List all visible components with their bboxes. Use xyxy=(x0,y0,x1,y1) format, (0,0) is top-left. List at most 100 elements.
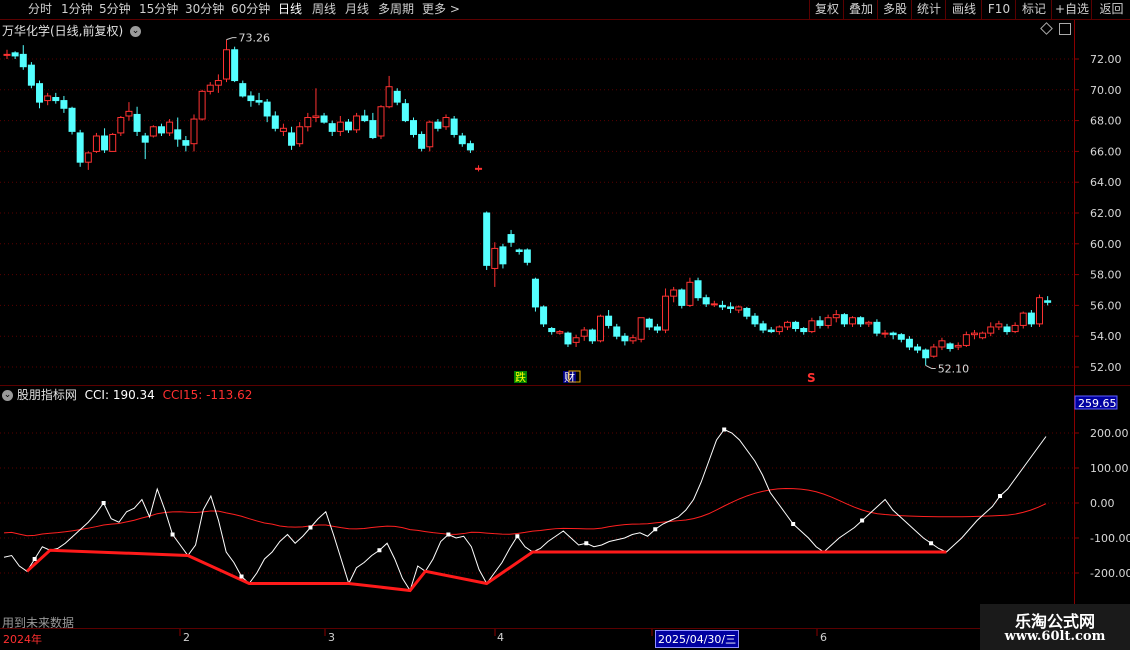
price-tick-label: 54.00 xyxy=(1090,330,1122,343)
zigzag-line xyxy=(25,548,947,593)
period-tab-10[interactable]: 更多 > xyxy=(422,1,460,18)
candle-body xyxy=(792,321,800,329)
period-tab-0[interactable]: 分时 xyxy=(28,1,52,18)
candle-body xyxy=(718,304,726,308)
period-toolbar: 分时 1分钟 5分钟 15分钟 30分钟 60分钟 日线 周线 月线 多周期 更多 > 复权 叠加 多股统… xyxy=(0,0,1130,20)
low-arrow xyxy=(925,365,936,369)
toolbar-button-6[interactable]: 标记 xyxy=(1015,0,1052,19)
candle-body xyxy=(751,315,759,325)
toolbar-button-4[interactable]: 画线 xyxy=(945,0,982,19)
candle-body xyxy=(1027,312,1035,325)
period-tab-4[interactable]: 30分钟 xyxy=(185,1,224,18)
candle-body xyxy=(279,127,287,132)
candle-body xyxy=(36,83,44,103)
date-label-year: 2024年 xyxy=(3,633,42,646)
candle-body xyxy=(206,84,214,92)
price-tick-label: 70.00 xyxy=(1090,84,1122,97)
cursor-date-label: 2025/04/30/三 xyxy=(655,630,740,648)
candle-body xyxy=(442,117,450,128)
date-label-jun: 6 xyxy=(820,631,827,644)
candle-body xyxy=(922,349,930,359)
cci-point-marker xyxy=(32,557,37,561)
candle-body xyxy=(369,120,377,139)
candle-body xyxy=(68,107,76,132)
candle-body xyxy=(857,317,865,325)
candle-body xyxy=(735,306,743,311)
candle-body xyxy=(686,281,694,306)
cci-point-marker xyxy=(239,574,244,579)
period-tab-8[interactable]: 月线 xyxy=(345,1,369,18)
candle-body xyxy=(190,118,198,145)
period-tab-7[interactable]: 周线 xyxy=(312,1,336,18)
candle-body xyxy=(141,135,149,143)
candle-body xyxy=(483,212,491,266)
candle-body xyxy=(84,152,92,163)
cci-point-marker xyxy=(653,527,658,532)
candle-body xyxy=(727,306,735,309)
candle-body xyxy=(767,329,775,333)
candle-body xyxy=(889,332,897,336)
candle-body xyxy=(621,335,629,342)
candle-body xyxy=(702,297,710,305)
candle-body xyxy=(434,121,442,129)
cci-max-label: 259.65 xyxy=(1078,397,1117,410)
toolbar-button-1[interactable]: 叠加 xyxy=(843,0,878,19)
period-tab-1[interactable]: 1分钟 xyxy=(61,1,93,18)
candle-body xyxy=(239,83,247,97)
candle-body xyxy=(905,338,913,348)
candle-body xyxy=(271,115,279,129)
toolbar-button-2[interactable]: 多股 xyxy=(877,0,912,19)
candle-body xyxy=(954,344,962,348)
candle-body xyxy=(101,135,109,151)
candle-body xyxy=(19,53,27,68)
candle-body xyxy=(92,135,100,152)
cci-point-marker xyxy=(170,532,175,537)
toolbar-button-3[interactable]: 统计 xyxy=(911,0,946,19)
candle-body xyxy=(540,306,548,325)
chart-canvas[interactable]: 72.0070.0068.0066.0064.0062.0060.0058.00… xyxy=(0,20,1130,650)
candle-body xyxy=(523,249,531,263)
candle-body xyxy=(52,97,60,102)
candle-body xyxy=(865,321,873,325)
candle-body xyxy=(60,100,68,109)
price-tick-label: 62.00 xyxy=(1090,207,1122,220)
candle-body xyxy=(588,329,596,342)
candle-body xyxy=(564,332,572,345)
cci-tick-label: -100.00 xyxy=(1090,532,1130,545)
period-tab-3[interactable]: 15分钟 xyxy=(139,1,178,18)
toolbar-button-0[interactable]: 复权 xyxy=(809,0,844,19)
price-tick-label: 52.00 xyxy=(1090,361,1122,374)
candle-body xyxy=(149,126,157,137)
period-tab-9[interactable]: 多周期 xyxy=(378,1,414,18)
toolbar-button-5[interactable]: F10 xyxy=(981,0,1016,19)
cci-point-marker xyxy=(101,501,106,505)
candle-body xyxy=(873,321,881,334)
candle-body xyxy=(166,121,174,134)
date-label-feb: 2 xyxy=(183,631,190,644)
candle-body xyxy=(255,100,263,103)
period-tab-6[interactable]: 日线 xyxy=(278,1,302,18)
candle-body xyxy=(475,167,483,170)
candle-body xyxy=(182,140,190,146)
toolbar-button-8[interactable]: 返回 xyxy=(1091,0,1130,19)
candle-body xyxy=(44,95,52,102)
candle-body xyxy=(198,90,206,120)
period-tab-5[interactable]: 60分钟 xyxy=(231,1,270,18)
price-tick-label: 68.00 xyxy=(1090,115,1122,128)
date-label-apr: 4 xyxy=(497,631,504,644)
cci-tick-label: -200.00 xyxy=(1090,567,1130,580)
candle-body xyxy=(808,320,816,333)
candle-body xyxy=(897,334,905,340)
candle-body xyxy=(881,332,889,335)
candle-body xyxy=(548,328,556,333)
cci-point-marker xyxy=(722,427,727,432)
toolbar-button-7[interactable]: +自选 xyxy=(1051,0,1092,19)
price-tick-label: 72.00 xyxy=(1090,53,1122,66)
candle-body xyxy=(418,133,426,149)
candle-body xyxy=(605,315,613,326)
period-tab-2[interactable]: 5分钟 xyxy=(99,1,131,18)
candle-body xyxy=(393,90,401,103)
candle-body xyxy=(304,117,312,128)
cci-point-marker xyxy=(929,541,934,546)
low-label: 52.10 xyxy=(938,362,970,375)
